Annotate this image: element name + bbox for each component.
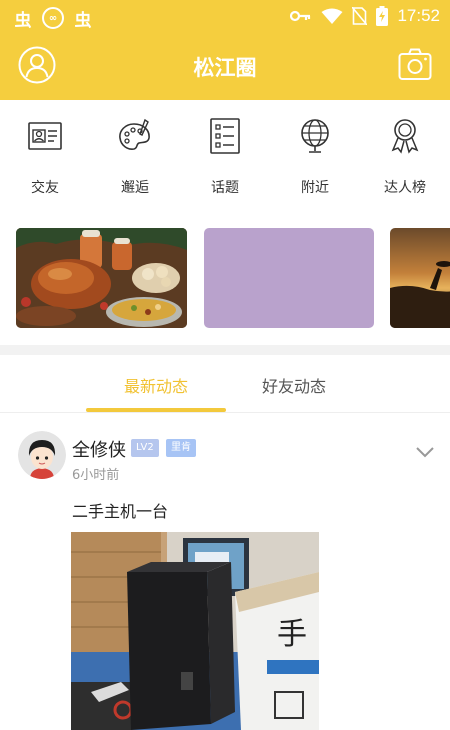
category-label: 附近: [301, 180, 329, 196]
notification-icons: 虫 ∞ 虫: [12, 7, 94, 31]
banner-food-image[interactable]: [16, 228, 187, 328]
category-label: 交友: [31, 180, 59, 196]
app-notification-icon: 虫: [14, 10, 32, 31]
tab-friends[interactable]: 好友动态: [224, 373, 364, 397]
camera-icon[interactable]: [398, 48, 432, 82]
category-label: 话题: [211, 180, 239, 196]
banner-carousel: [0, 228, 450, 330]
category-nearby[interactable]: 附近: [270, 100, 360, 210]
app-header: 松江圈: [0, 36, 450, 100]
post-image[interactable]: 手: [71, 532, 319, 730]
location-badge: 里肯: [166, 439, 196, 457]
category-encounter[interactable]: 邂逅: [90, 100, 180, 210]
tab-latest[interactable]: 最新动态: [86, 373, 226, 397]
list-icon: [210, 118, 240, 154]
category-topics[interactable]: 话题: [180, 100, 270, 210]
svg-text:手: 手: [277, 617, 307, 652]
category-label: 达人榜: [384, 180, 426, 196]
category-leaderboard[interactable]: 达人榜: [360, 100, 450, 210]
globe-icon: [301, 119, 329, 153]
category-label: 邂逅: [121, 180, 149, 196]
page-title: 松江圈: [193, 56, 257, 80]
palette-icon: [119, 118, 150, 150]
clock: 17:52: [397, 6, 440, 25]
level-badge: LV2: [131, 439, 159, 457]
post-timestamp: 6小时前: [72, 468, 120, 483]
app-notification-icon: ∞: [42, 7, 64, 29]
category-friends[interactable]: 交友: [0, 100, 90, 210]
banner-placeholder[interactable]: [204, 228, 374, 328]
medal-icon: [391, 119, 419, 154]
post-card: 全修侠 LV2 里肯 6小时前 二手主机一台 手: [0, 414, 450, 730]
category-grid: 交友 邂逅 话题 附近 达人榜: [0, 100, 450, 210]
wifi-icon: [321, 8, 343, 24]
banner-sunset-image[interactable]: [390, 228, 450, 328]
battery-charging-icon: [376, 6, 389, 26]
key-icon: [290, 10, 311, 22]
id-card-icon: [28, 122, 62, 150]
status-bar: 虫 ∞ 虫 17:52: [0, 0, 450, 36]
active-tab-indicator: [86, 408, 226, 412]
no-sim-icon: [352, 7, 368, 25]
avatar[interactable]: [18, 431, 66, 479]
post-content: 二手主机一台: [72, 502, 169, 521]
chevron-down-icon[interactable]: [414, 444, 436, 460]
app-notification-icon: 虫: [74, 10, 92, 31]
section-divider: [0, 345, 450, 355]
feed-tabs: 最新动态 好友动态: [0, 355, 450, 413]
author-name[interactable]: 全修侠: [72, 436, 126, 462]
